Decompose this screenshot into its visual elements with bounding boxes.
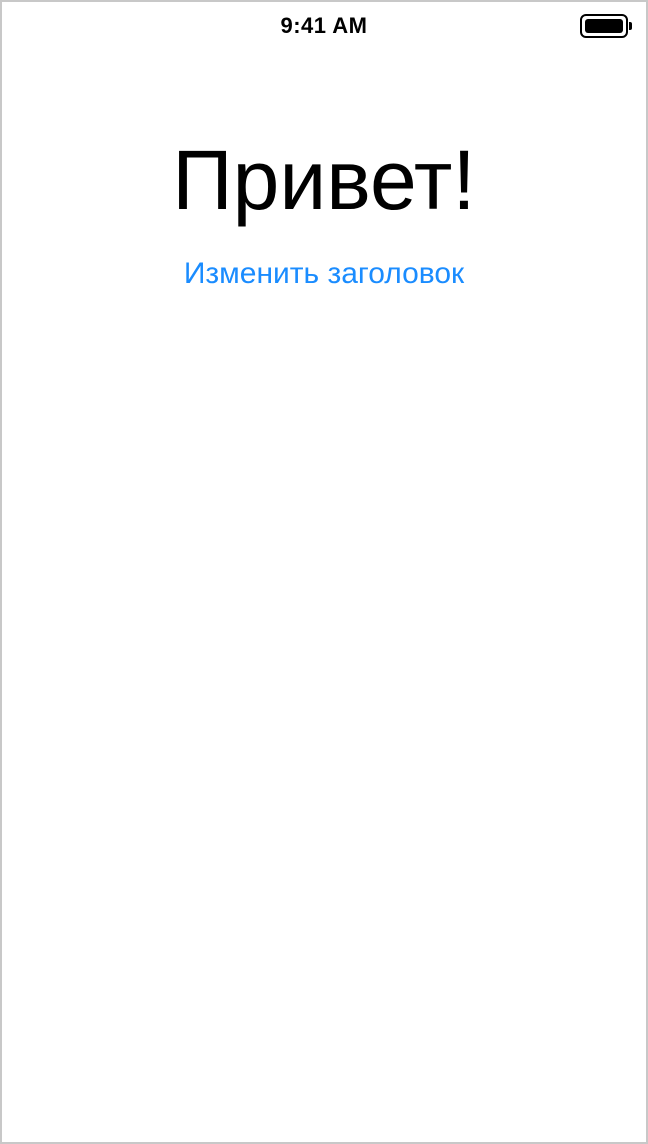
greeting-title: Привет!	[172, 133, 476, 227]
battery-tip	[629, 22, 632, 30]
battery-full-icon	[580, 14, 632, 40]
battery-fill	[585, 19, 623, 33]
change-title-button[interactable]: Изменить заголовок	[2, 254, 646, 294]
status-bar: 9:41 AM	[2, 2, 646, 50]
phone-screen: 9:41 AM Привет! Изменить заголовок	[0, 0, 648, 1144]
battery-body	[580, 14, 628, 38]
status-time: 9:41 AM	[280, 13, 368, 38]
